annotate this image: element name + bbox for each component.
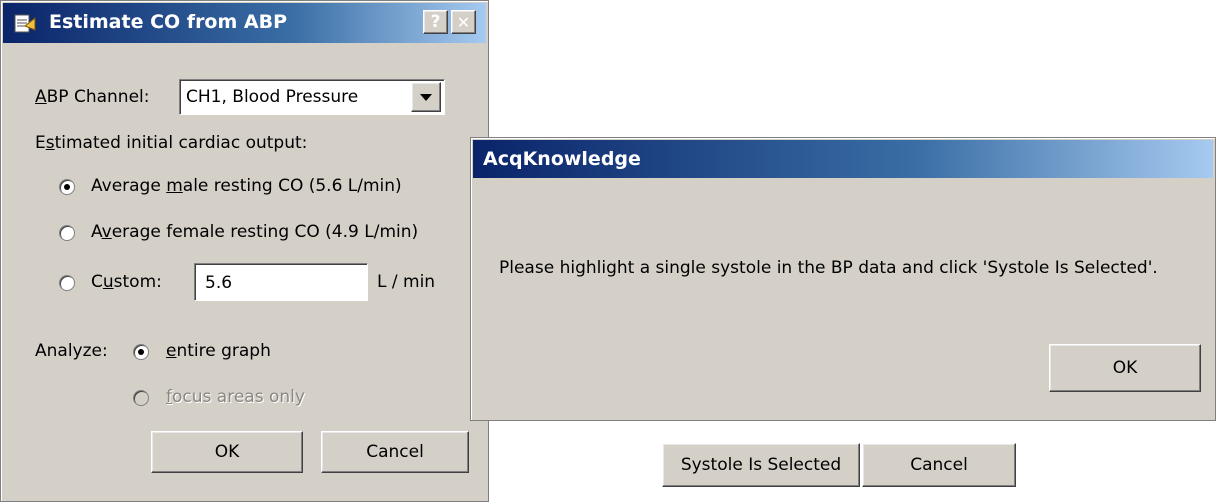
- radio-male-co[interactable]: [59, 179, 75, 195]
- radio-entire-graph[interactable]: [133, 344, 149, 360]
- custom-co-value: 5.6: [205, 273, 233, 293]
- acqknowledge-titlebar[interactable]: AcqKnowledge: [473, 140, 1213, 178]
- radio-female-co-label[interactable]: Average female resting CO (4.9 L/min): [91, 222, 418, 242]
- radio-custom-co[interactable]: [59, 275, 75, 291]
- estimate-co-dialog: Estimate CO from ABP ? ✕ ABP Channel: CH…: [0, 0, 489, 502]
- close-icon: ✕: [456, 12, 471, 32]
- radio-male-co-label[interactable]: Average male resting CO (5.6 L/min): [91, 176, 402, 196]
- dialog-title: Estimate CO from ABP: [49, 11, 288, 33]
- custom-co-input[interactable]: 5.6: [194, 263, 368, 301]
- chevron-down-icon: [420, 87, 432, 107]
- abp-channel-select[interactable]: CH1, Blood Pressure: [179, 79, 445, 115]
- systole-cancel-button[interactable]: Cancel: [862, 443, 1016, 487]
- acqknowledge-dialog: AcqKnowledge Please highlight a single s…: [470, 137, 1216, 421]
- help-button[interactable]: ?: [423, 10, 448, 34]
- help-icon: ?: [430, 12, 441, 32]
- app-icon: [13, 12, 37, 34]
- radio-focus-areas-label[interactable]: focus areas only: [166, 387, 305, 407]
- radio-focus-areas[interactable]: [133, 390, 149, 406]
- message-ok-button[interactable]: OK: [1049, 344, 1201, 392]
- abp-channel-label: ABP Channel:: [35, 87, 150, 107]
- estimated-co-label: Estimated initial cardiac output:: [35, 133, 308, 153]
- dialog-title: AcqKnowledge: [483, 148, 641, 170]
- custom-co-unit: L / min: [377, 272, 436, 292]
- radio-dot: [64, 184, 70, 190]
- radio-entire-graph-label[interactable]: entire graph: [166, 341, 271, 361]
- cancel-button[interactable]: Cancel: [321, 431, 469, 473]
- close-button[interactable]: ✕: [451, 10, 476, 34]
- abp-channel-value: CH1, Blood Pressure: [186, 87, 359, 107]
- ok-button[interactable]: OK: [151, 431, 303, 473]
- radio-dot: [138, 349, 144, 355]
- systole-selected-button[interactable]: Systole Is Selected: [662, 443, 860, 487]
- radio-custom-co-label[interactable]: Custom:: [91, 272, 162, 292]
- message-text: Please highlight a single systole in the…: [499, 258, 1158, 278]
- analyze-label: Analyze:: [35, 341, 108, 361]
- dropdown-button[interactable]: [411, 82, 441, 112]
- estimate-co-titlebar[interactable]: Estimate CO from ABP ? ✕: [3, 3, 486, 43]
- radio-female-co[interactable]: [59, 225, 75, 241]
